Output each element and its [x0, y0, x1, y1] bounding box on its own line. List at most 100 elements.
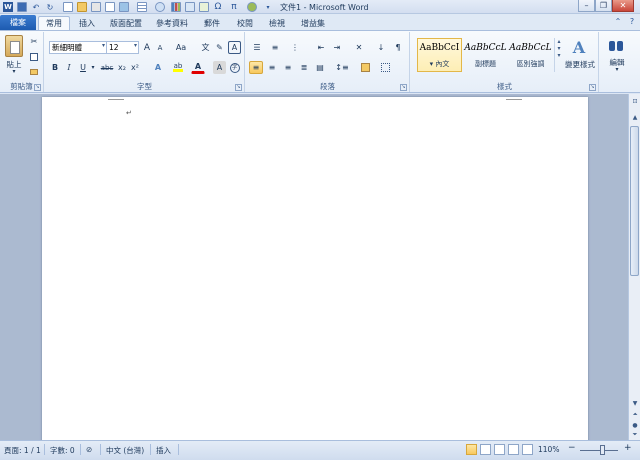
subscript-button[interactable]: x₂	[116, 61, 128, 74]
bullets-icon[interactable]: ☰	[249, 41, 265, 54]
screenshot-icon[interactable]	[184, 1, 196, 13]
change-styles-button[interactable]: 變更樣式	[563, 59, 597, 70]
multilevel-list-icon[interactable]: ⋮	[287, 41, 303, 54]
undo-icon[interactable]: ↶	[30, 1, 42, 13]
close-button[interactable]: ✕	[612, 0, 634, 12]
status-insert-mode[interactable]: 插入	[156, 445, 171, 456]
picture-icon[interactable]	[118, 1, 130, 13]
font-color-button[interactable]: A	[191, 61, 205, 74]
table-icon[interactable]	[136, 1, 148, 13]
style-subtle-emphasis[interactable]: AaBbCcL 區別強調	[508, 38, 553, 72]
strikethrough-button[interactable]: abc	[99, 61, 115, 74]
word-app-icon[interactable]: W	[2, 1, 14, 13]
numbering-icon[interactable]: ≡	[267, 41, 283, 54]
print-preview-icon[interactable]	[104, 1, 116, 13]
asian-layout-icon[interactable]: ✕	[350, 41, 368, 54]
previous-page-icon[interactable]: ⏶	[630, 410, 640, 420]
bold-button[interactable]: B	[49, 61, 61, 74]
open-icon[interactable]	[76, 1, 88, 13]
paragraph-launcher-icon[interactable]: ↘	[400, 84, 407, 91]
tab-home[interactable]: 常用	[38, 16, 70, 30]
italic-button[interactable]: I	[63, 61, 75, 74]
line-spacing-icon[interactable]: ↕≡	[332, 61, 352, 74]
align-left-icon[interactable]: ≡	[249, 61, 263, 74]
customize-qat-icon[interactable]: ▾	[262, 1, 274, 13]
equation-pi-icon[interactable]: π	[228, 1, 240, 13]
web-layout-icon[interactable]	[494, 444, 505, 455]
align-right-icon[interactable]: ≡	[281, 61, 295, 74]
full-screen-reading-icon[interactable]	[480, 444, 491, 455]
show-hide-marks-icon[interactable]: ¶	[391, 41, 405, 54]
tab-review[interactable]: 校閱	[230, 16, 260, 30]
zoom-slider-track[interactable]	[580, 450, 618, 451]
browse-object-icon[interactable]: ●	[630, 420, 640, 430]
status-words[interactable]: 字數: 0	[50, 445, 75, 456]
zoom-in-button[interactable]: +	[624, 443, 632, 453]
paste-icon[interactable]	[5, 35, 23, 57]
tab-insert[interactable]: 插入	[72, 16, 102, 30]
font-size-combo[interactable]: 12 ▾	[106, 41, 139, 54]
copy-icon[interactable]	[28, 50, 40, 63]
enclose-characters-icon[interactable]: 字	[228, 61, 241, 74]
format-painter-icon[interactable]	[28, 65, 40, 78]
print-icon[interactable]	[90, 1, 102, 13]
grow-font-button[interactable]: A	[141, 41, 153, 54]
borders-icon[interactable]	[376, 61, 394, 74]
change-case-button[interactable]: Aa	[172, 41, 190, 54]
shrink-font-button[interactable]: A	[154, 41, 166, 54]
styles-launcher-icon[interactable]: ↘	[589, 84, 596, 91]
redo-icon[interactable]: ↻	[44, 1, 56, 13]
justify-icon[interactable]: ≣	[297, 61, 311, 74]
font-launcher-icon[interactable]: ↘	[235, 84, 242, 91]
save-icon[interactable]	[16, 1, 28, 13]
scroll-up-icon[interactable]: ▲	[630, 112, 640, 122]
tab-view[interactable]: 檢視	[262, 16, 292, 30]
tab-mailings[interactable]: 郵件	[196, 16, 228, 30]
restore-button[interactable]: ❐	[595, 0, 612, 12]
clipboard-launcher-icon[interactable]: ↘	[34, 84, 41, 91]
help-icon[interactable]: ?	[626, 15, 638, 27]
new-document-icon[interactable]	[62, 1, 74, 13]
text-effects-icon[interactable]: A	[151, 61, 165, 74]
tab-page-layout[interactable]: 版面配置	[104, 16, 148, 30]
status-language[interactable]: 中文 (台灣)	[106, 445, 144, 456]
spelling-icon[interactable]	[198, 1, 210, 13]
minimize-ribbon-icon[interactable]: ⌃	[612, 15, 624, 27]
outline-view-icon[interactable]	[508, 444, 519, 455]
font-name-combo[interactable]: 新細明體 ▾	[49, 41, 107, 54]
status-page[interactable]: 頁面: 1 / 1	[4, 445, 41, 456]
style-normal[interactable]: AaBbCcI ▾ 內文	[417, 38, 462, 72]
next-page-icon[interactable]: ⏷	[630, 430, 640, 440]
styles-up-icon[interactable]: ▴	[555, 38, 563, 45]
scroll-thumb[interactable]	[630, 126, 639, 276]
decrease-indent-icon[interactable]: ⇤	[314, 41, 328, 54]
shading-icon[interactable]	[356, 61, 374, 74]
draft-view-icon[interactable]	[522, 444, 533, 455]
paste-dropdown-icon[interactable]: ▾	[2, 68, 26, 75]
binoculars-icon[interactable]	[608, 37, 624, 55]
print-layout-view-icon[interactable]	[466, 444, 477, 455]
tab-add-ins[interactable]: 增益集	[294, 16, 332, 30]
chart-icon[interactable]	[170, 1, 182, 13]
tab-references[interactable]: 參考資料	[150, 16, 194, 30]
underline-button[interactable]: U	[77, 61, 89, 74]
vertical-scrollbar[interactable]: ⊡ ▲ ▼ ⏶ ● ⏷	[628, 94, 640, 440]
styles-more-icon[interactable]: ▾	[555, 52, 563, 59]
styles-scroll[interactable]: ▴ ▾ ▾	[554, 38, 563, 72]
phonetic-guide-icon[interactable]: 文	[199, 41, 212, 54]
shapes-icon[interactable]	[154, 1, 166, 13]
smartart-icon[interactable]	[246, 1, 258, 13]
character-border-icon[interactable]: A	[228, 41, 241, 54]
increase-indent-icon[interactable]: ⇥	[330, 41, 344, 54]
editing-dropdown-icon[interactable]: ▾	[600, 66, 634, 73]
ruler-toggle-icon[interactable]: ⊡	[630, 96, 640, 106]
cut-icon[interactable]: ✂	[28, 35, 40, 48]
underline-dropdown-icon[interactable]: ▾	[89, 61, 97, 74]
align-center-icon[interactable]: ≡	[265, 61, 279, 74]
proofing-icon[interactable]: ⊘	[86, 445, 92, 454]
font-name-dropdown-icon[interactable]: ▾	[102, 42, 105, 49]
character-shading-icon[interactable]: A	[213, 61, 226, 74]
highlight-color-icon[interactable]: ab	[171, 61, 185, 74]
clear-formatting-icon[interactable]: ✎	[213, 41, 226, 54]
scroll-down-icon[interactable]: ▼	[630, 398, 640, 408]
